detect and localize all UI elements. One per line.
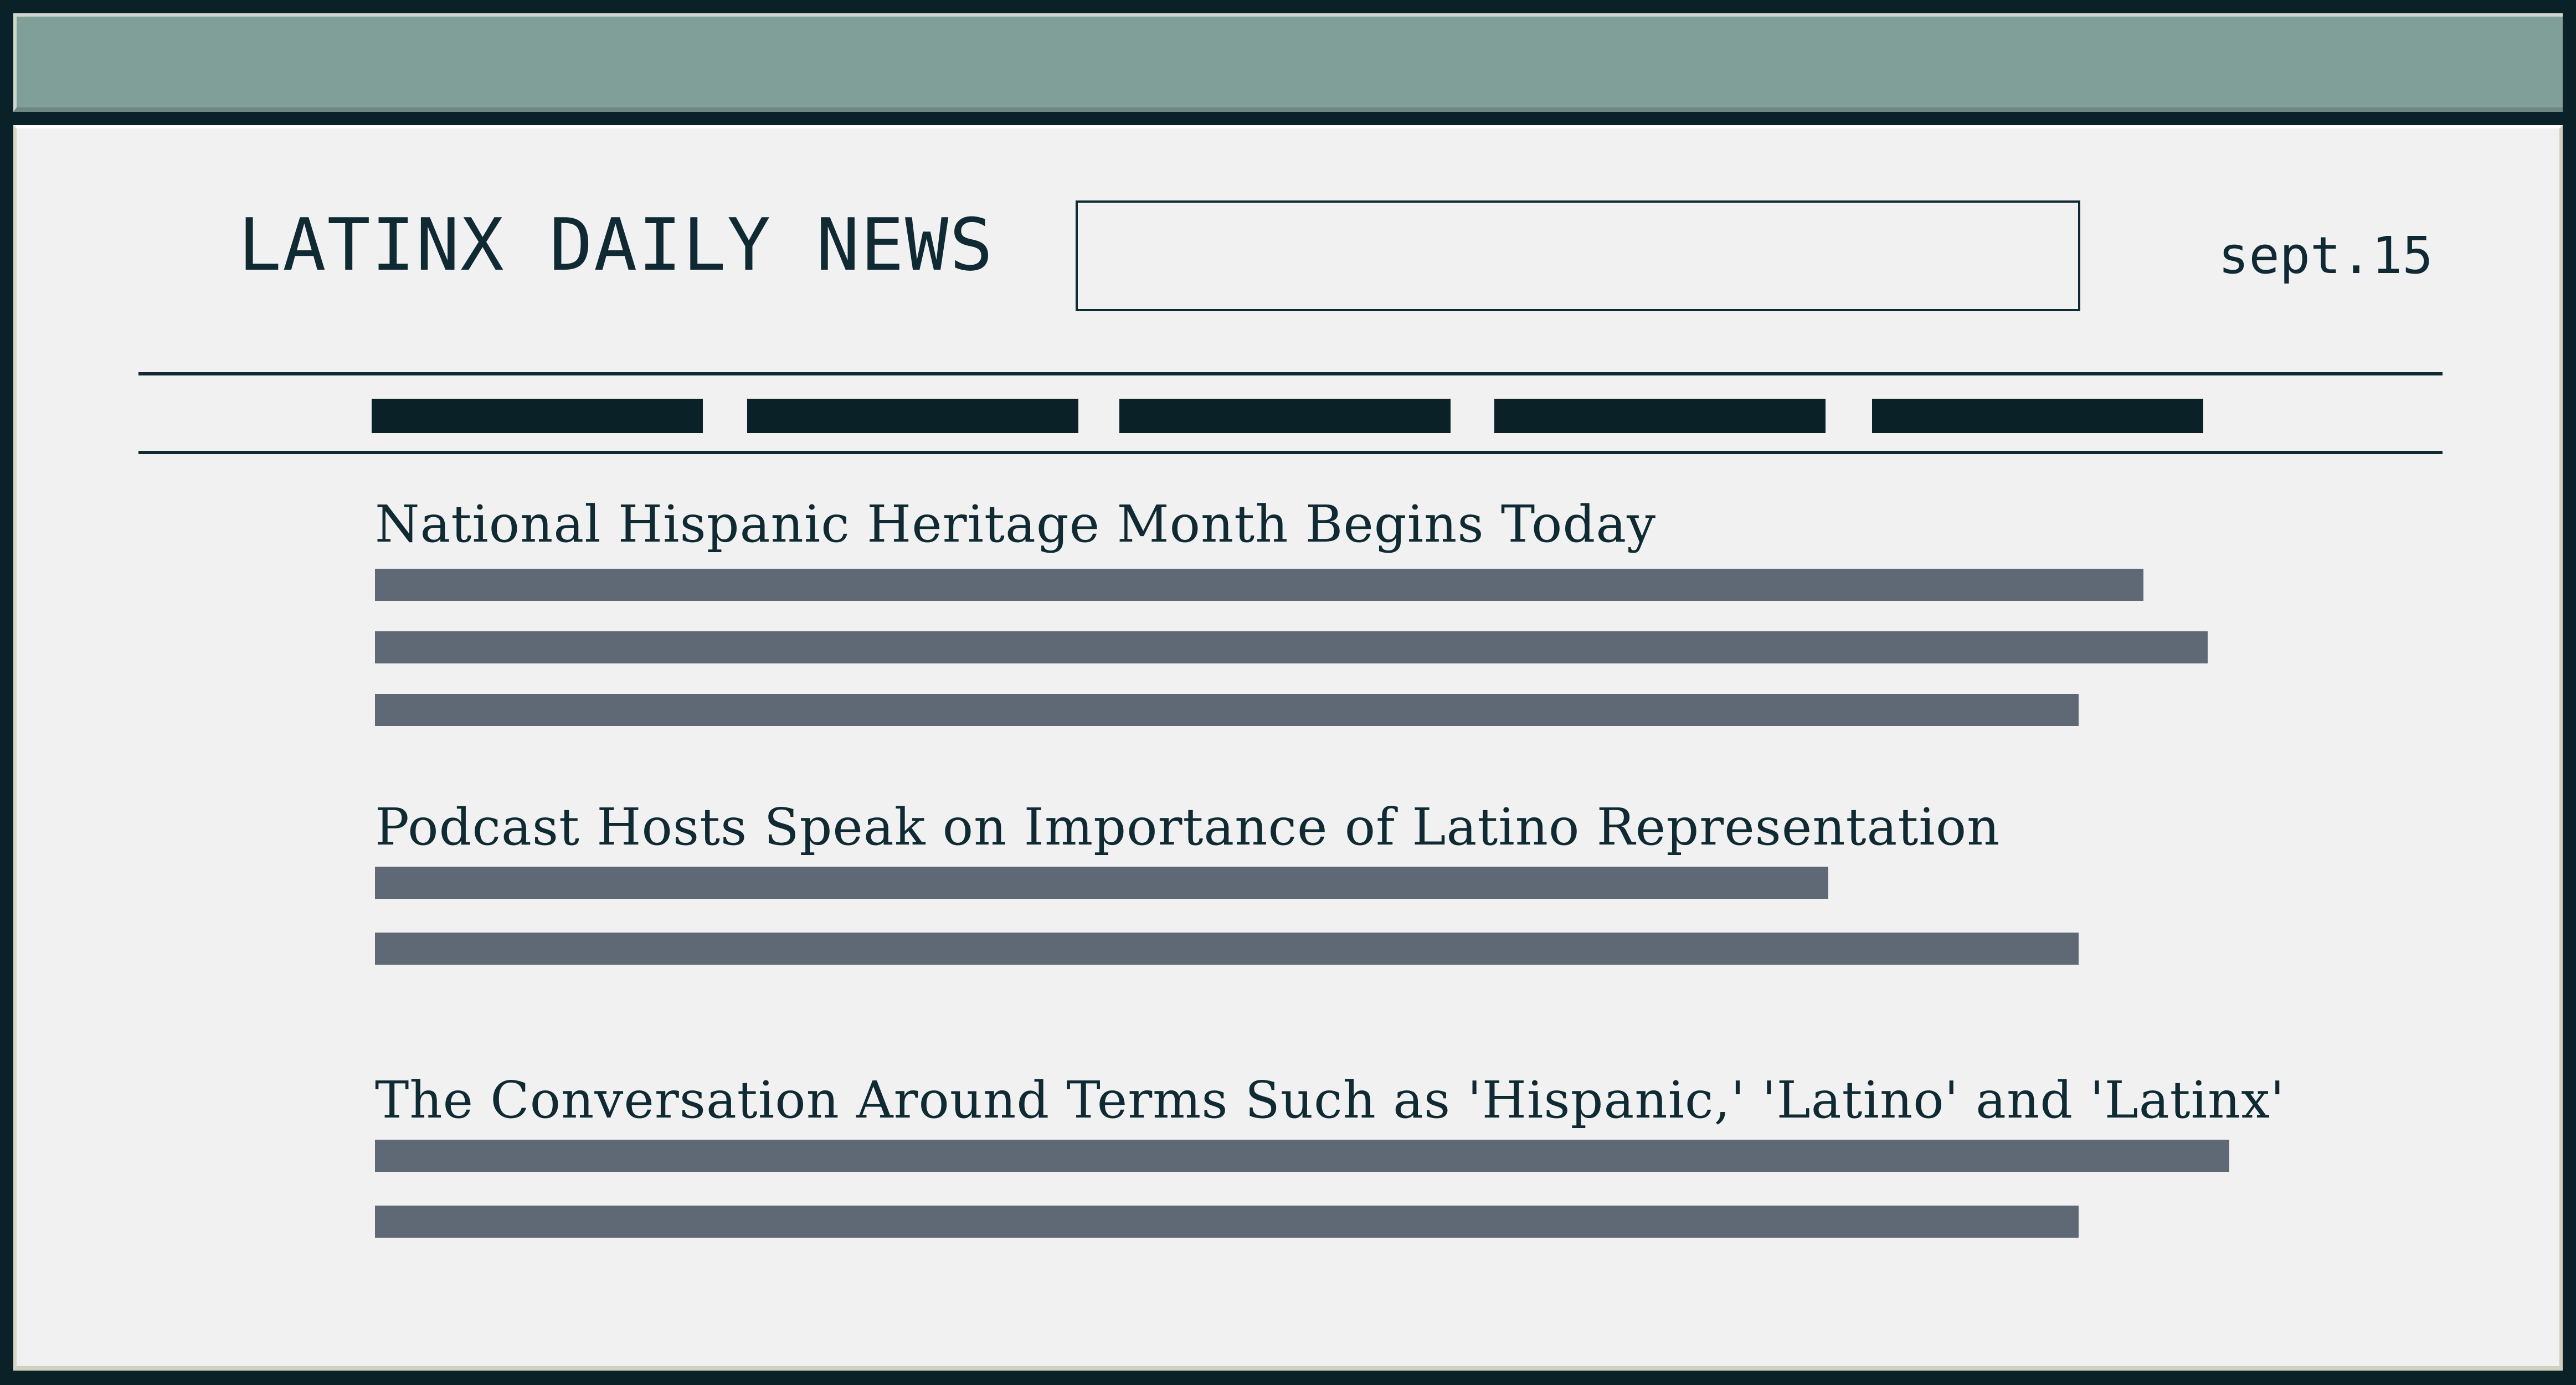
nav-item-2[interactable] [747,399,1078,433]
text-placeholder-line [375,1206,2079,1238]
nav-divider-top [138,372,2443,375]
nav-item-1[interactable] [372,399,703,433]
date-label: sept.15 [2218,226,2433,285]
nav-item-4[interactable] [1494,399,1826,433]
text-placeholder-line [375,867,1828,899]
article-headline[interactable]: National Hispanic Heritage Month Begins … [375,494,1656,555]
nav-divider-bottom [138,451,2443,454]
article-headline[interactable]: Podcast Hosts Speak on Importance of Lat… [375,797,2000,858]
text-placeholder-line [375,569,2143,601]
nav-item-3[interactable] [1119,399,1451,433]
text-placeholder-line [375,933,2079,965]
window-titlebar[interactable] [13,13,2563,112]
browser-window: LATINX DAILY NEWS sept.15 National Hispa… [0,0,2576,1385]
text-placeholder-line [375,631,2208,663]
site-title: LATINX DAILY NEWS [238,203,994,287]
page-content: LATINX DAILY NEWS sept.15 National Hispa… [13,125,2563,1371]
search-input[interactable] [1076,200,2080,311]
text-placeholder-line [375,694,2079,726]
article-headline[interactable]: The Conversation Around Terms Such as 'H… [375,1070,2285,1131]
nav-item-5[interactable] [1872,399,2203,433]
text-placeholder-line [375,1140,2229,1172]
